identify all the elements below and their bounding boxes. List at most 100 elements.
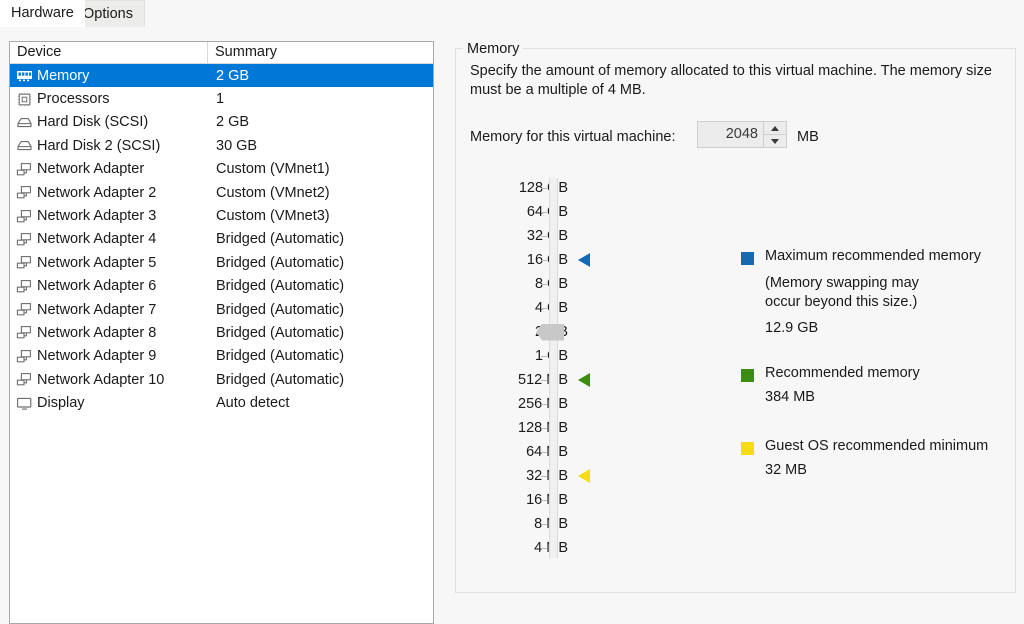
device-name-label: Network Adapter 2 [37, 184, 157, 201]
device-name-label: Network Adapter 6 [37, 278, 157, 295]
summary-cell: Auto detect [216, 395, 290, 412]
summary-cell: 2 GB [216, 67, 250, 84]
network-adapter-icon [16, 349, 31, 363]
device-cell: Processors [10, 91, 208, 107]
summary-cell: Custom (VMnet1) [216, 161, 330, 178]
summary-cell: Bridged (Automatic) [216, 231, 345, 248]
table-row[interactable]: Network Adapter 4 Bridged (Automatic) [10, 228, 433, 251]
network-adapter-icon [16, 162, 31, 176]
device-cell: Memory [10, 68, 208, 84]
summary-cell: 30 GB [216, 137, 258, 154]
legend-title: Guest OS recommended minimum [765, 438, 989, 454]
device-name-label: Network Adapter 7 [37, 301, 157, 318]
device-name-label: Display [37, 395, 85, 412]
device-name-label: Network Adapter 5 [37, 254, 157, 271]
device-name-label: Network Adapter [37, 161, 145, 178]
device-name-label: Processors [37, 91, 110, 108]
table-row[interactable]: Network Adapter 7 Bridged (Automatic) [10, 298, 433, 321]
legend-value: 32 MB [765, 462, 807, 478]
memory-spinner-down-button[interactable] [764, 134, 786, 147]
table-row[interactable]: Processors 1 [10, 87, 433, 110]
chevron-up-icon [771, 125, 779, 131]
device-cell: Network Adapter 5 [10, 255, 208, 271]
summary-cell: Bridged (Automatic) [216, 278, 345, 295]
device-cell: Network Adapter 4 [10, 231, 208, 247]
network-adapter-icon [16, 326, 31, 339]
table-row[interactable]: Network Adapter 8 Bridged (Automatic) [10, 321, 433, 344]
network-adapter-icon [16, 256, 31, 269]
memory-icon [17, 71, 32, 82]
network-adapter-icon [16, 303, 31, 316]
device-list-header: Device Summary [10, 42, 433, 64]
chevron-down-icon [771, 138, 779, 144]
table-row[interactable]: Network Adapter 3 Custom (VMnet3) [10, 204, 433, 227]
table-row[interactable]: Network Adapter 5 Bridged (Automatic) [10, 251, 433, 274]
table-row[interactable]: Hard Disk 2 (SCSI) 30 GB [10, 134, 433, 157]
memory-spinner-up-button[interactable] [764, 122, 786, 134]
legend-swatch-icon [741, 252, 754, 265]
device-cell: Network Adapter 10 [10, 372, 208, 388]
table-row[interactable]: Network Adapter 6 Bridged (Automatic) [10, 275, 433, 298]
device-name-label: Network Adapter 10 [37, 371, 165, 388]
device-name-label: Network Adapter 3 [37, 208, 157, 225]
legend-note-line-1: (Memory swapping may [765, 275, 919, 291]
table-row[interactable]: Memory 2 GB [10, 64, 433, 88]
memory-spinner-buttons [763, 122, 786, 147]
maximum-recommended-marker [578, 253, 590, 267]
column-header-device[interactable]: Device [10, 42, 208, 63]
table-row[interactable]: Display Auto detect [10, 391, 433, 414]
column-header-summary[interactable]: Summary [208, 42, 433, 63]
table-row[interactable]: Network Adapter 10 Bridged (Automatic) [10, 368, 433, 391]
summary-cell: Bridged (Automatic) [216, 254, 345, 271]
memory-field-label: Memory for this virtual machine: [470, 129, 676, 145]
device-name-label: Memory [37, 67, 90, 84]
summary-cell: Bridged (Automatic) [216, 324, 345, 341]
memory-input[interactable]: 2048 [698, 122, 763, 147]
hard-disk-icon [17, 117, 32, 128]
table-row[interactable]: Network Adapter Custom (VMnet1) [10, 158, 433, 181]
network-adapter-icon [16, 186, 31, 199]
device-cell: Network Adapter 9 [10, 348, 208, 364]
summary-cell: 1 [216, 91, 225, 108]
guest-os-minimum-marker [578, 469, 590, 483]
memory-group-title: Memory [463, 41, 524, 57]
tab-hardware[interactable]: Hardware [0, 0, 85, 27]
summary-cell: 2 GB [216, 114, 250, 131]
device-name-label: Hard Disk 2 (SCSI) [37, 137, 161, 154]
table-row[interactable]: Network Adapter 2 Custom (VMnet2) [10, 181, 433, 204]
legend-value: 384 MB [765, 389, 815, 405]
legend-note-line-2: occur beyond this size.) [765, 294, 918, 310]
table-row[interactable]: Network Adapter 9 Bridged (Automatic) [10, 345, 433, 368]
memory-spinner[interactable]: 2048 [697, 121, 787, 148]
device-cell: Network Adapter 7 [10, 302, 208, 318]
device-cell: Network Adapter 8 [10, 325, 208, 341]
memory-slider-track[interactable] [549, 178, 558, 558]
memory-description: Specify the amount of memory allocated t… [470, 63, 992, 98]
network-adapter-icon [16, 209, 31, 222]
device-cell: Network Adapter [10, 161, 208, 177]
device-name-label: Hard Disk (SCSI) [37, 114, 149, 131]
summary-cell: Custom (VMnet2) [216, 184, 330, 201]
legend-title: Maximum recommended memory [765, 248, 981, 264]
device-list-body: Memory 2 GB Processors 1 Hard Disk (SCSI) 2 G… [10, 64, 433, 415]
legend-swatch-icon [741, 442, 754, 455]
device-cell: Hard Disk 2 (SCSI) [10, 138, 208, 154]
table-row[interactable]: Hard Disk (SCSI) 2 GB [10, 111, 433, 134]
recommended-marker [578, 373, 590, 387]
device-list-panel[interactable]: Device Summary Memory 2 GB Processors 1 Hard… [9, 41, 434, 624]
network-adapter-icon [16, 279, 31, 293]
device-cell: Network Adapter 2 [10, 185, 208, 201]
device-cell: Display [10, 395, 208, 411]
legend-value: 12.9 GB [765, 320, 819, 336]
display-icon [17, 397, 32, 410]
network-adapter-icon [16, 373, 31, 386]
summary-cell: Bridged (Automatic) [216, 348, 345, 365]
summary-cell: Bridged (Automatic) [216, 301, 345, 318]
tab-strip: Hardware Options [0, 0, 1024, 28]
device-cell: Network Adapter 3 [10, 208, 208, 224]
hard-disk-icon [17, 141, 32, 151]
summary-cell: Custom (VMnet3) [216, 208, 330, 225]
device-cell: Hard Disk (SCSI) [10, 114, 208, 130]
device-cell: Network Adapter 6 [10, 278, 208, 294]
device-name-label: Network Adapter 9 [37, 348, 157, 365]
